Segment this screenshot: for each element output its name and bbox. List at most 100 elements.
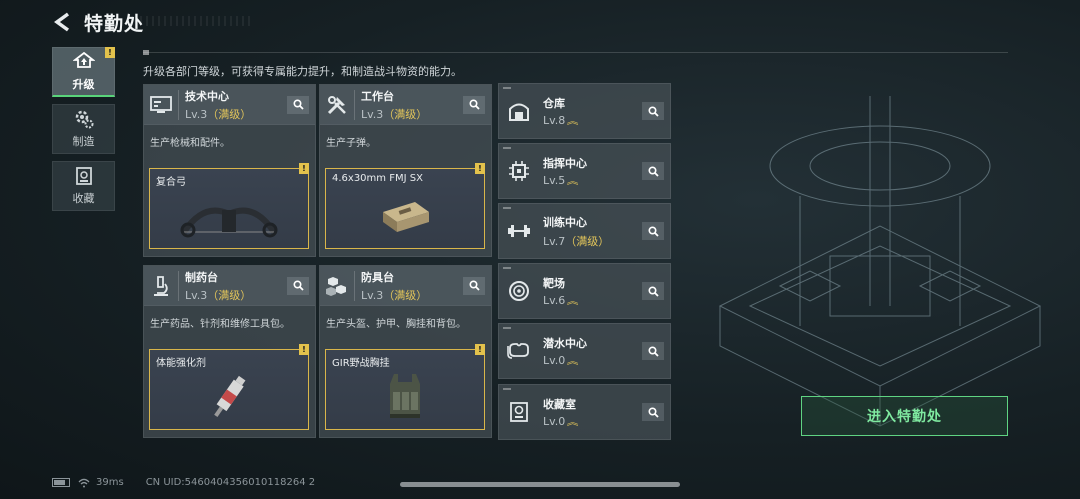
search-icon bbox=[292, 99, 304, 110]
enter-special-ops-button[interactable]: 进入特勤处 bbox=[801, 396, 1008, 436]
card-header: 技术中心 Lv.3（满级） bbox=[144, 85, 315, 125]
facility-name: 收藏室 bbox=[543, 398, 576, 411]
search-button[interactable] bbox=[287, 95, 309, 114]
tab-collection[interactable]: 收藏 bbox=[52, 161, 115, 211]
header: 特勤处 bbox=[50, 8, 144, 36]
facility-level: Lv.0 ︽ bbox=[543, 415, 579, 428]
product-alert-badge: ! bbox=[299, 344, 309, 355]
search-button[interactable] bbox=[642, 403, 664, 421]
tab-label: 制造 bbox=[72, 135, 95, 148]
latency-text: 39ms bbox=[96, 477, 124, 488]
search-button[interactable] bbox=[287, 276, 309, 295]
target-icon bbox=[499, 280, 539, 302]
search-icon bbox=[468, 99, 480, 110]
facility-collection-room[interactable]: 收藏室 Lv.0 ︽ bbox=[498, 384, 671, 440]
search-icon bbox=[647, 345, 659, 357]
card-title: 制药台 bbox=[185, 270, 218, 284]
card-level: Lv.3（满级） bbox=[185, 288, 252, 302]
product-name: 4.6x30mm FMJ SX bbox=[332, 173, 423, 184]
chip-icon bbox=[499, 160, 539, 182]
upgrade-chevron-icon: ︽ bbox=[567, 357, 579, 367]
facility-name: 训练中心 bbox=[543, 215, 587, 229]
ammo-box-icon bbox=[326, 185, 484, 248]
facility-level: Lv.5 ︽ bbox=[543, 174, 579, 187]
facility-name: 仓库 bbox=[543, 97, 565, 110]
product-slot[interactable]: 体能强化剂 ! bbox=[149, 344, 309, 430]
facility-warehouse[interactable]: 仓库 Lv.8 ︽ bbox=[498, 83, 671, 139]
facility-command-center[interactable]: 指挥中心 Lv.5 ︽ bbox=[498, 143, 671, 199]
search-button[interactable] bbox=[642, 222, 664, 240]
armor-cubes-icon bbox=[320, 266, 354, 306]
header-decoration bbox=[140, 16, 250, 26]
search-button[interactable] bbox=[642, 102, 664, 120]
card-level: Lv.3（满级） bbox=[185, 107, 252, 121]
card-header: 工作台 Lv.3（满级） bbox=[320, 85, 491, 125]
search-icon bbox=[647, 285, 659, 297]
tools-icon bbox=[320, 85, 354, 125]
search-button[interactable] bbox=[463, 276, 485, 295]
facility-shooting-range[interactable]: 靶场 Lv.6 ︽ bbox=[498, 263, 671, 319]
search-button[interactable] bbox=[642, 162, 664, 180]
product-slot[interactable]: GIR野战胸挂 ! bbox=[325, 344, 485, 430]
card-workbench[interactable]: 工作台 Lv.3（满级） 生产子弹。 4.6x30mm FMJ SX ! bbox=[319, 84, 492, 257]
tab-label: 收藏 bbox=[72, 192, 95, 205]
warehouse-icon bbox=[499, 101, 539, 121]
top-divider bbox=[143, 50, 1008, 55]
card-header: 制药台 Lv.3（满级） bbox=[144, 266, 315, 306]
card-description: 生产子弹。 bbox=[326, 138, 376, 149]
page-description: 升级各部门等级，可获得专属能力提升，和制造战斗物资的能力。 bbox=[143, 65, 462, 78]
uid-text: CN UID:5460404356010118264 2 bbox=[145, 477, 316, 488]
facility-level: Lv.0 ︽ bbox=[543, 354, 579, 367]
back-button[interactable] bbox=[50, 10, 74, 34]
wifi-icon bbox=[78, 478, 90, 487]
home-indicator[interactable] bbox=[400, 482, 680, 487]
chest-rig-icon bbox=[326, 366, 484, 429]
facility-name: 潜水中心 bbox=[543, 337, 587, 350]
battery-icon bbox=[52, 478, 70, 487]
search-icon bbox=[647, 225, 659, 237]
monitor-icon bbox=[144, 85, 178, 125]
search-icon bbox=[292, 280, 304, 291]
facility-level: Lv.7（满级） bbox=[543, 234, 610, 248]
card-header: 防具台 Lv.3（满级） bbox=[320, 266, 491, 306]
upgrade-chevron-icon: ︽ bbox=[567, 177, 579, 187]
page-title: 特勤处 bbox=[84, 12, 145, 35]
search-icon bbox=[647, 105, 659, 117]
facility-name: 指挥中心 bbox=[543, 157, 587, 170]
facility-training-center[interactable]: 训练中心 Lv.7（满级） bbox=[498, 203, 671, 259]
card-level: Lv.3（满级） bbox=[361, 107, 428, 121]
upgrade-chevron-icon: ︽ bbox=[567, 117, 579, 127]
product-alert-badge: ! bbox=[475, 344, 485, 355]
search-button[interactable] bbox=[642, 342, 664, 360]
back-arrow-icon bbox=[54, 12, 70, 32]
product-slot[interactable]: 4.6x30mm FMJ SX ! bbox=[325, 163, 485, 249]
gears-icon bbox=[75, 110, 93, 129]
upgrade-icon bbox=[72, 51, 95, 68]
collection-icon bbox=[499, 401, 539, 423]
collection-box-icon bbox=[75, 167, 92, 185]
upgrade-chevron-icon: ︽ bbox=[567, 418, 579, 428]
facility-name: 靶场 bbox=[543, 277, 565, 290]
product-alert-badge: ! bbox=[299, 163, 309, 174]
card-armor-bench[interactable]: 防具台 Lv.3（满级） 生产头盔、护甲、胸挂和背包。 GIR野战胸挂 ! bbox=[319, 265, 492, 438]
facility-level: Lv.6 ︽ bbox=[543, 294, 579, 307]
card-title: 工作台 bbox=[361, 89, 394, 103]
product-slot[interactable]: 复合弓 ! bbox=[149, 163, 309, 249]
tab-craft[interactable]: 制造 bbox=[52, 104, 115, 154]
search-button[interactable] bbox=[642, 282, 664, 300]
card-level: Lv.3（满级） bbox=[361, 288, 428, 302]
tab-label: 升级 bbox=[72, 77, 95, 91]
card-title: 技术中心 bbox=[185, 89, 229, 103]
search-icon bbox=[468, 280, 480, 291]
compound-bow-icon bbox=[150, 185, 308, 248]
tab-upgrade[interactable]: ! 升级 bbox=[52, 47, 115, 97]
card-title: 防具台 bbox=[361, 270, 394, 284]
card-description: 生产头盔、护甲、胸挂和背包。 bbox=[326, 319, 466, 330]
search-button[interactable] bbox=[463, 95, 485, 114]
facility-diving-center[interactable]: 潜水中心 Lv.0 ︽ bbox=[498, 323, 671, 379]
diving-mask-icon bbox=[499, 342, 539, 360]
card-tech-center[interactable]: 技术中心 Lv.3（满级） 生产枪械和配件。 复合弓 ! bbox=[143, 84, 316, 257]
card-pharmacy[interactable]: 制药台 Lv.3（满级） 生产药品、针剂和维修工具包。 体能强化剂 ! bbox=[143, 265, 316, 438]
product-alert-badge: ! bbox=[475, 163, 485, 174]
search-icon bbox=[647, 406, 659, 418]
